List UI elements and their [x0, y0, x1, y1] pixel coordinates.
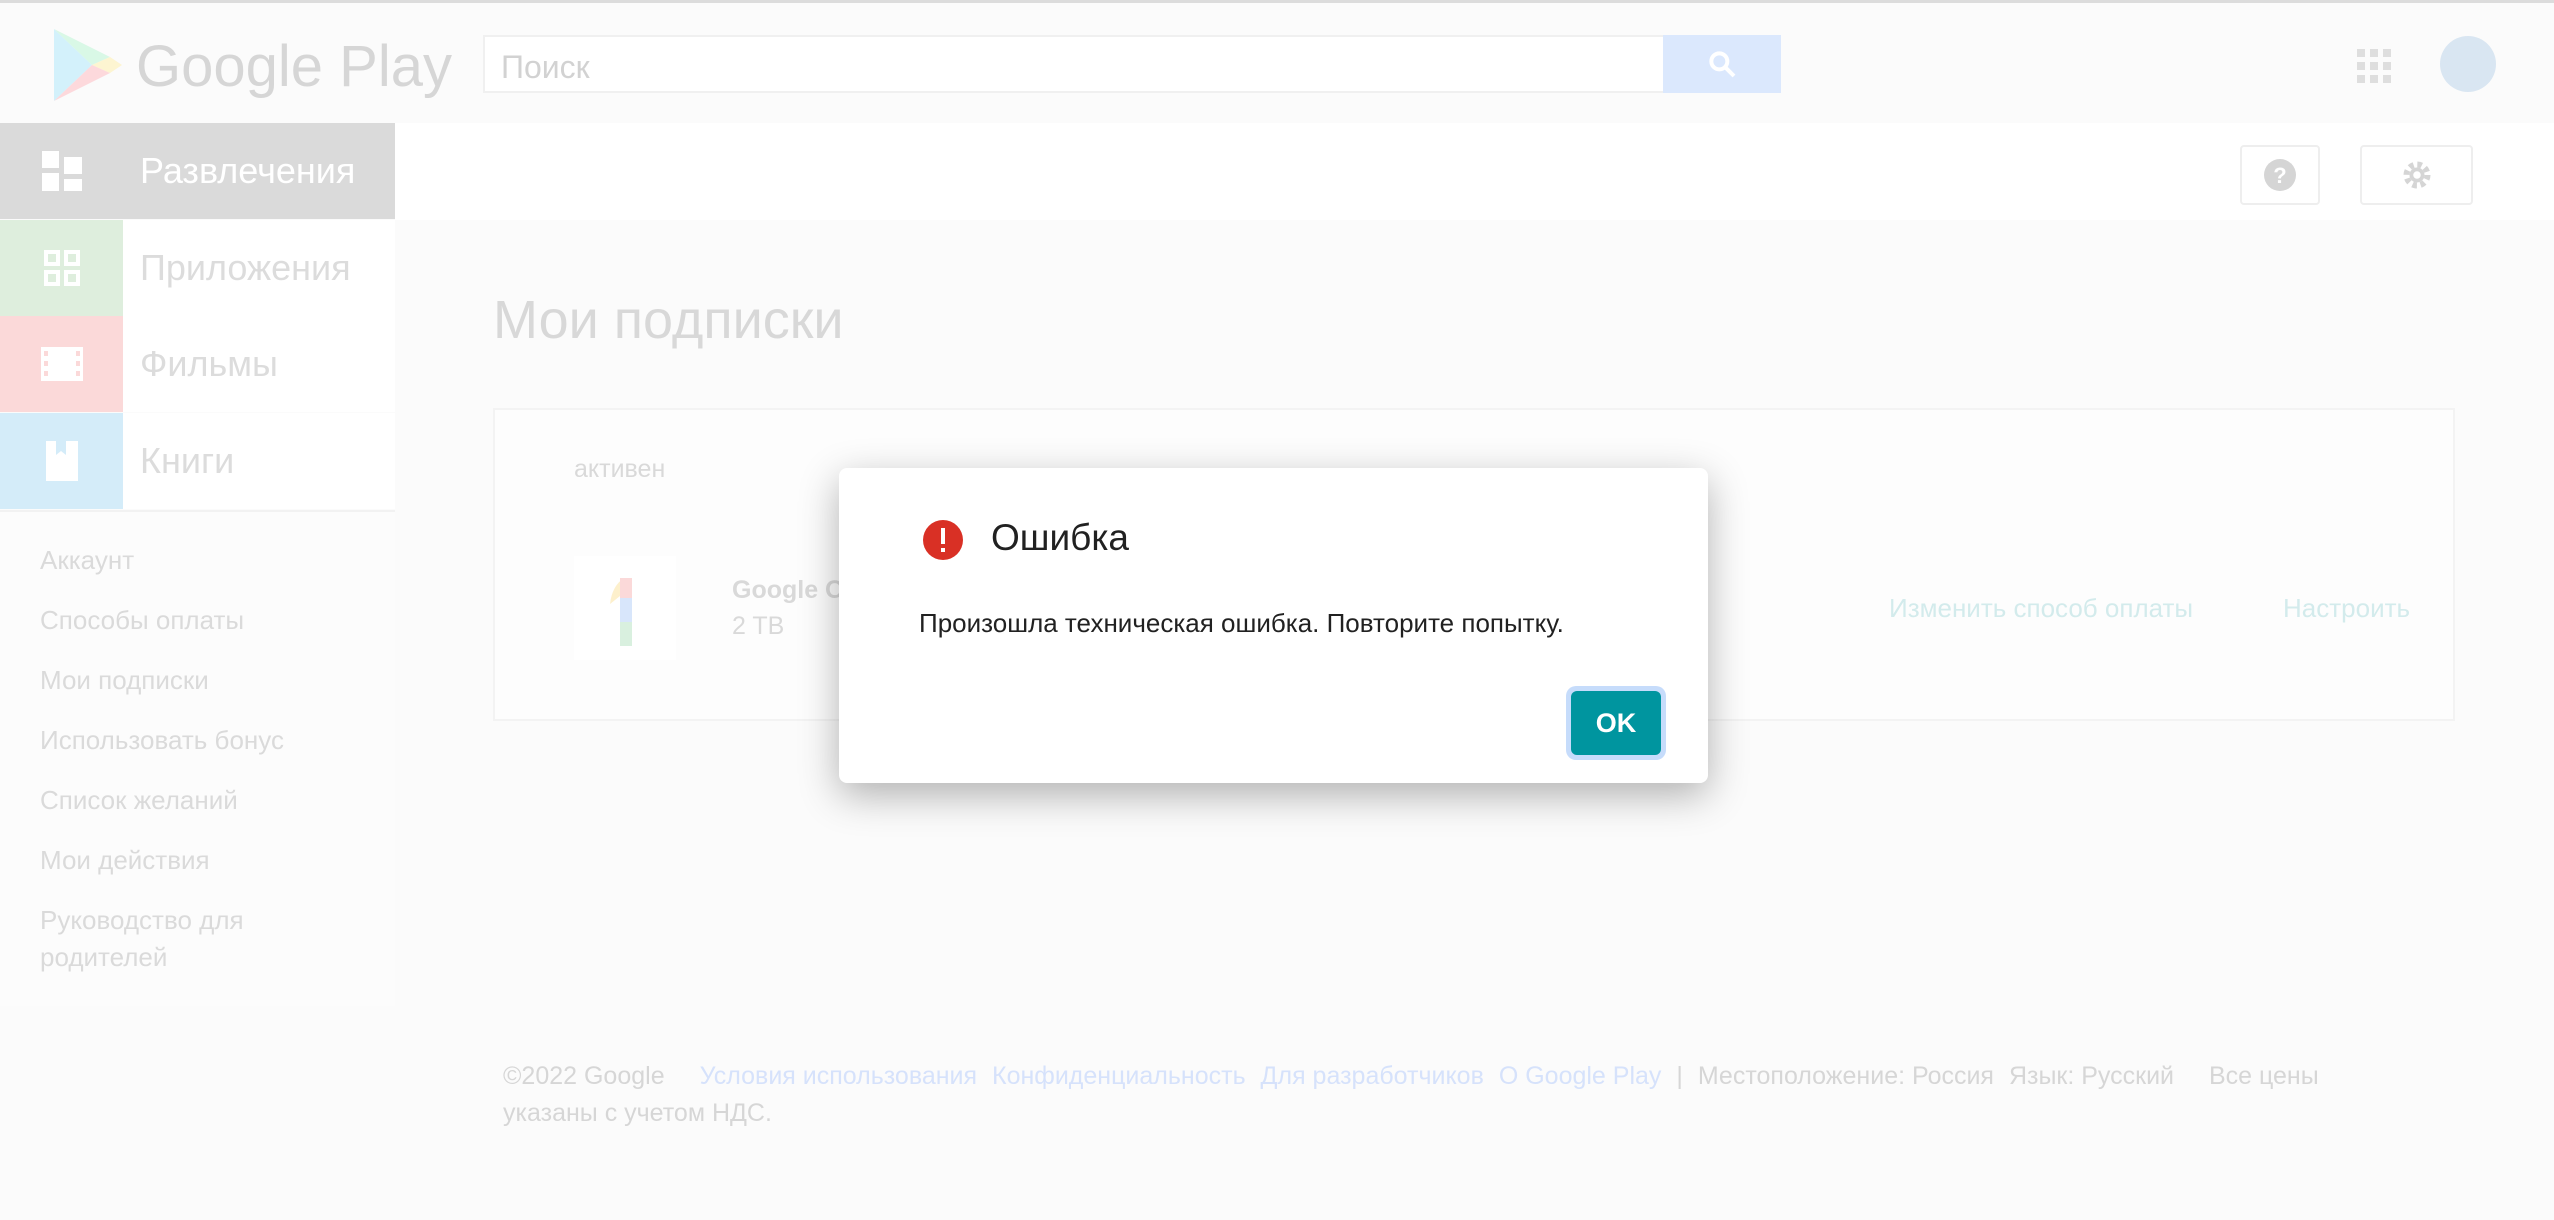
footer-link-privacy[interactable]: Конфиденциальность [992, 1062, 1246, 1090]
footer-language[interactable]: Язык: Русский [2009, 1062, 2174, 1090]
apps-grid-icon[interactable] [2357, 49, 2391, 83]
category-movies[interactable]: Фильмы [0, 316, 395, 412]
book-icon [0, 413, 123, 509]
category-apps[interactable]: Приложения [0, 220, 395, 316]
search-icon [1709, 51, 1736, 78]
sidebar-link-payment-methods[interactable]: Способы оплаты [0, 602, 395, 639]
category-books[interactable]: Книги [0, 413, 395, 509]
dialog-message: Произошла техническая ошибка. Повторите … [919, 608, 1564, 638]
footer-location[interactable]: Местоположение: Россия [1698, 1062, 1994, 1090]
subscription-status: активен [574, 455, 666, 483]
google-one-icon [574, 556, 676, 660]
footer-link-developers[interactable]: Для разработчиков [1261, 1062, 1484, 1090]
footer-link-terms[interactable]: Условия использования [700, 1062, 977, 1090]
search-button[interactable] [1663, 35, 1781, 93]
manage-link[interactable]: Настроить [2283, 593, 2410, 624]
subscription-name: Google O [732, 576, 845, 604]
category-entertainment[interactable]: Развлечения [0, 123, 395, 219]
avatar[interactable] [2440, 36, 2496, 92]
toolbar [395, 123, 2554, 220]
change-payment-link[interactable]: Изменить способ оплаты [1889, 593, 2193, 624]
sidebar-link-activity[interactable]: Мои действия [0, 842, 395, 879]
sidebar-link-subscriptions[interactable]: Мои подписки [0, 662, 395, 699]
search-input[interactable]: Поиск [483, 35, 1665, 93]
category-label: Развлечения [140, 150, 356, 191]
footer: ©2022 Google Условия использования Конфи… [503, 1058, 2403, 1132]
gear-icon [2403, 161, 2430, 189]
sidebar-links: Аккаунт Способы оплаты Мои подписки Испо… [0, 510, 395, 1006]
help-icon: ? [2264, 159, 2296, 191]
footer-separator: | [1676, 1062, 1683, 1090]
google-play-logo[interactable] [52, 27, 122, 103]
ok-button[interactable]: OK [1566, 686, 1666, 760]
sidebar-link-parent-guide[interactable]: Руководство для родителей [0, 902, 395, 976]
subscription-plan: 2 TB [732, 612, 785, 640]
film-icon [0, 316, 123, 412]
sidebar-link-account[interactable]: Аккаунт [0, 542, 395, 579]
sidebar-link-wishlist[interactable]: Список желаний [0, 782, 395, 819]
category-label: Фильмы [140, 343, 278, 384]
entertainment-icon [0, 123, 123, 219]
help-button[interactable]: ? [2240, 145, 2320, 205]
page-title: Мои подписки [493, 290, 844, 350]
sidebar-link-redeem[interactable]: Использовать бонус [0, 722, 395, 759]
category-label: Книги [140, 440, 235, 481]
settings-button[interactable] [2360, 145, 2473, 205]
svg-text:?: ? [2273, 163, 2286, 188]
error-icon [923, 520, 963, 560]
logo-text[interactable]: Google Play [136, 33, 452, 100]
apps-icon [0, 220, 123, 316]
ok-button-label: OK [1571, 691, 1661, 755]
footer-link-about[interactable]: О Google Play [1499, 1062, 1662, 1090]
category-label: Приложения [140, 247, 351, 288]
dialog-title: Ошибка [991, 517, 1129, 558]
copyright: ©2022 Google [503, 1062, 665, 1090]
